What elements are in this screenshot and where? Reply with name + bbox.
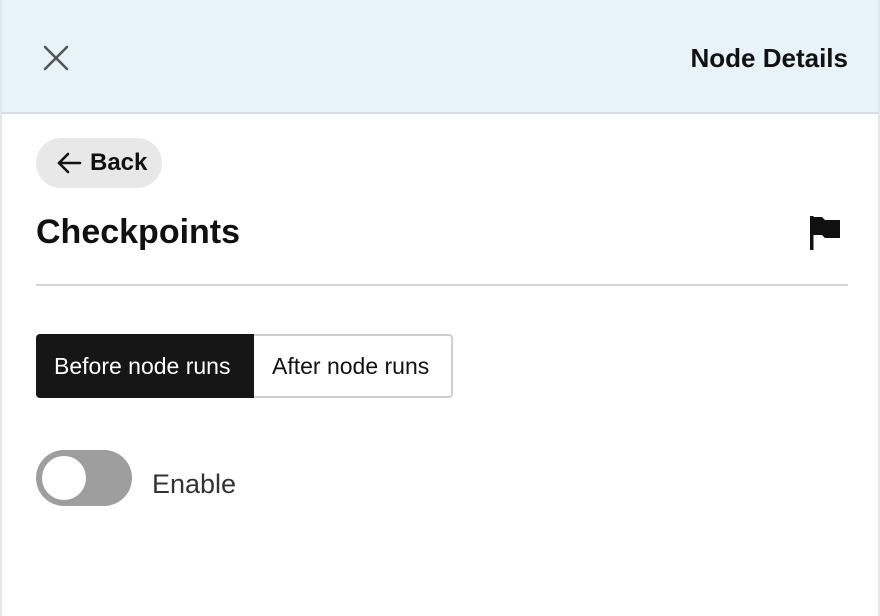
tab-after-node-runs[interactable]: After node runs <box>254 334 453 398</box>
back-button[interactable]: Back <box>36 138 162 188</box>
enable-toggle[interactable] <box>36 450 132 506</box>
close-icon <box>43 45 69 71</box>
panel-title: Node Details <box>690 43 849 73</box>
section-title: Checkpoints <box>36 213 241 251</box>
tab-before-node-runs[interactable]: Before node runs <box>36 334 254 398</box>
flag-icon <box>810 216 840 250</box>
panel-header: Node Details <box>2 0 878 114</box>
back-label: Back <box>90 149 148 176</box>
section-divider <box>36 284 848 286</box>
checkpoint-timing-toggle: Before node runs After node runs <box>36 334 453 398</box>
enable-label: Enable <box>152 469 237 499</box>
node-details-panel: Node Details Back Checkpoints Before nod… <box>0 0 880 616</box>
close-button[interactable] <box>40 42 72 74</box>
arrow-left-icon <box>57 152 82 174</box>
toggle-knob <box>42 456 86 500</box>
